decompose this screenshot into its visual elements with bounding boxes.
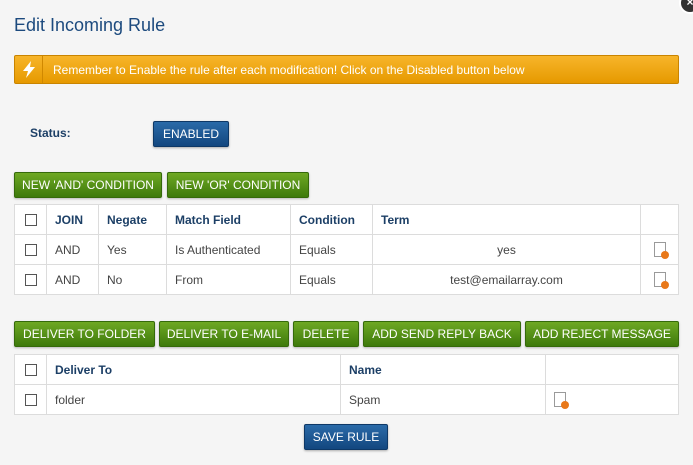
deliver-to-email-button[interactable]: DELIVER TO E-MAIL <box>159 321 289 347</box>
cell-condition: Equals <box>290 234 373 265</box>
lightning-icon <box>15 56 43 83</box>
header-match-field: Match Field <box>166 204 291 235</box>
table-header-row: JOIN Negate Match Field Condition Term <box>14 204 679 235</box>
cell-match-field: Is Authenticated <box>166 234 291 265</box>
document-edit-icon[interactable] <box>653 242 669 260</box>
header-deliver-to: Deliver To <box>46 354 341 385</box>
header-actions <box>640 204 679 235</box>
add-send-reply-back-button[interactable]: ADD SEND REPLY BACK <box>363 321 521 347</box>
select-all-checkbox[interactable] <box>24 214 37 227</box>
save-rule-button[interactable]: SAVE RULE <box>304 424 388 450</box>
status-label: Status: <box>30 126 71 140</box>
row-checkbox-cell <box>14 234 47 265</box>
select-all-checkbox-cell <box>14 354 47 385</box>
new-or-condition-button[interactable]: NEW 'OR' CONDITION <box>167 172 309 198</box>
header-negate: Negate <box>98 204 167 235</box>
table-row: folder Spam <box>14 384 679 415</box>
row-checkbox[interactable] <box>24 244 37 257</box>
header-join: JOIN <box>46 204 99 235</box>
dialog-title: Edit Incoming Rule <box>14 15 166 35</box>
cell-negate: No <box>98 264 167 295</box>
delete-button[interactable]: DELETE <box>293 321 359 347</box>
row-checkbox[interactable] <box>24 274 37 287</box>
table-header-row: Deliver To Name <box>14 354 679 385</box>
notice-banner: Remember to Enable the rule after each m… <box>14 55 679 84</box>
cell-join: AND <box>46 234 99 265</box>
new-and-condition-button[interactable]: NEW 'AND' CONDITION <box>14 172 162 198</box>
enabled-toggle-button[interactable]: ENABLED <box>153 121 229 147</box>
header-actions <box>545 354 679 385</box>
cell-term: test@emailarray.com <box>372 264 641 295</box>
table-row: AND No From Equals test@emailarray.com <box>14 264 679 295</box>
notice-text: Remember to Enable the rule after each m… <box>53 63 525 77</box>
cell-match-field: From <box>166 264 291 295</box>
edit-cell <box>640 234 679 265</box>
edit-cell <box>545 384 679 415</box>
row-checkbox[interactable] <box>24 394 37 407</box>
cell-negate: Yes <box>98 234 167 265</box>
actions-table: Deliver To Name folder Spam <box>14 354 679 415</box>
select-all-checkbox[interactable] <box>24 364 37 377</box>
add-reject-message-button[interactable]: ADD REJECT MESSAGE <box>525 321 679 347</box>
edit-rule-dialog: × Edit Incoming Rule Remember to Enable … <box>0 0 693 465</box>
row-checkbox-cell <box>14 384 47 415</box>
table-row: AND Yes Is Authenticated Equals yes <box>14 234 679 265</box>
header-name: Name <box>340 354 546 385</box>
cell-join: AND <box>46 264 99 295</box>
conditions-table: JOIN Negate Match Field Condition Term A… <box>14 204 679 295</box>
document-edit-icon[interactable] <box>554 392 569 410</box>
row-checkbox-cell <box>14 264 47 295</box>
cell-deliver-to: folder <box>46 384 341 415</box>
close-button[interactable]: × <box>679 0 693 14</box>
document-edit-icon[interactable] <box>653 272 669 290</box>
edit-cell <box>640 264 679 295</box>
header-term: Term <box>372 204 641 235</box>
select-all-checkbox-cell <box>14 204 47 235</box>
cell-term: yes <box>372 234 641 265</box>
cell-condition: Equals <box>290 264 373 295</box>
header-condition: Condition <box>290 204 373 235</box>
cell-name: Spam <box>340 384 546 415</box>
deliver-to-folder-button[interactable]: DELIVER TO FOLDER <box>14 321 155 347</box>
